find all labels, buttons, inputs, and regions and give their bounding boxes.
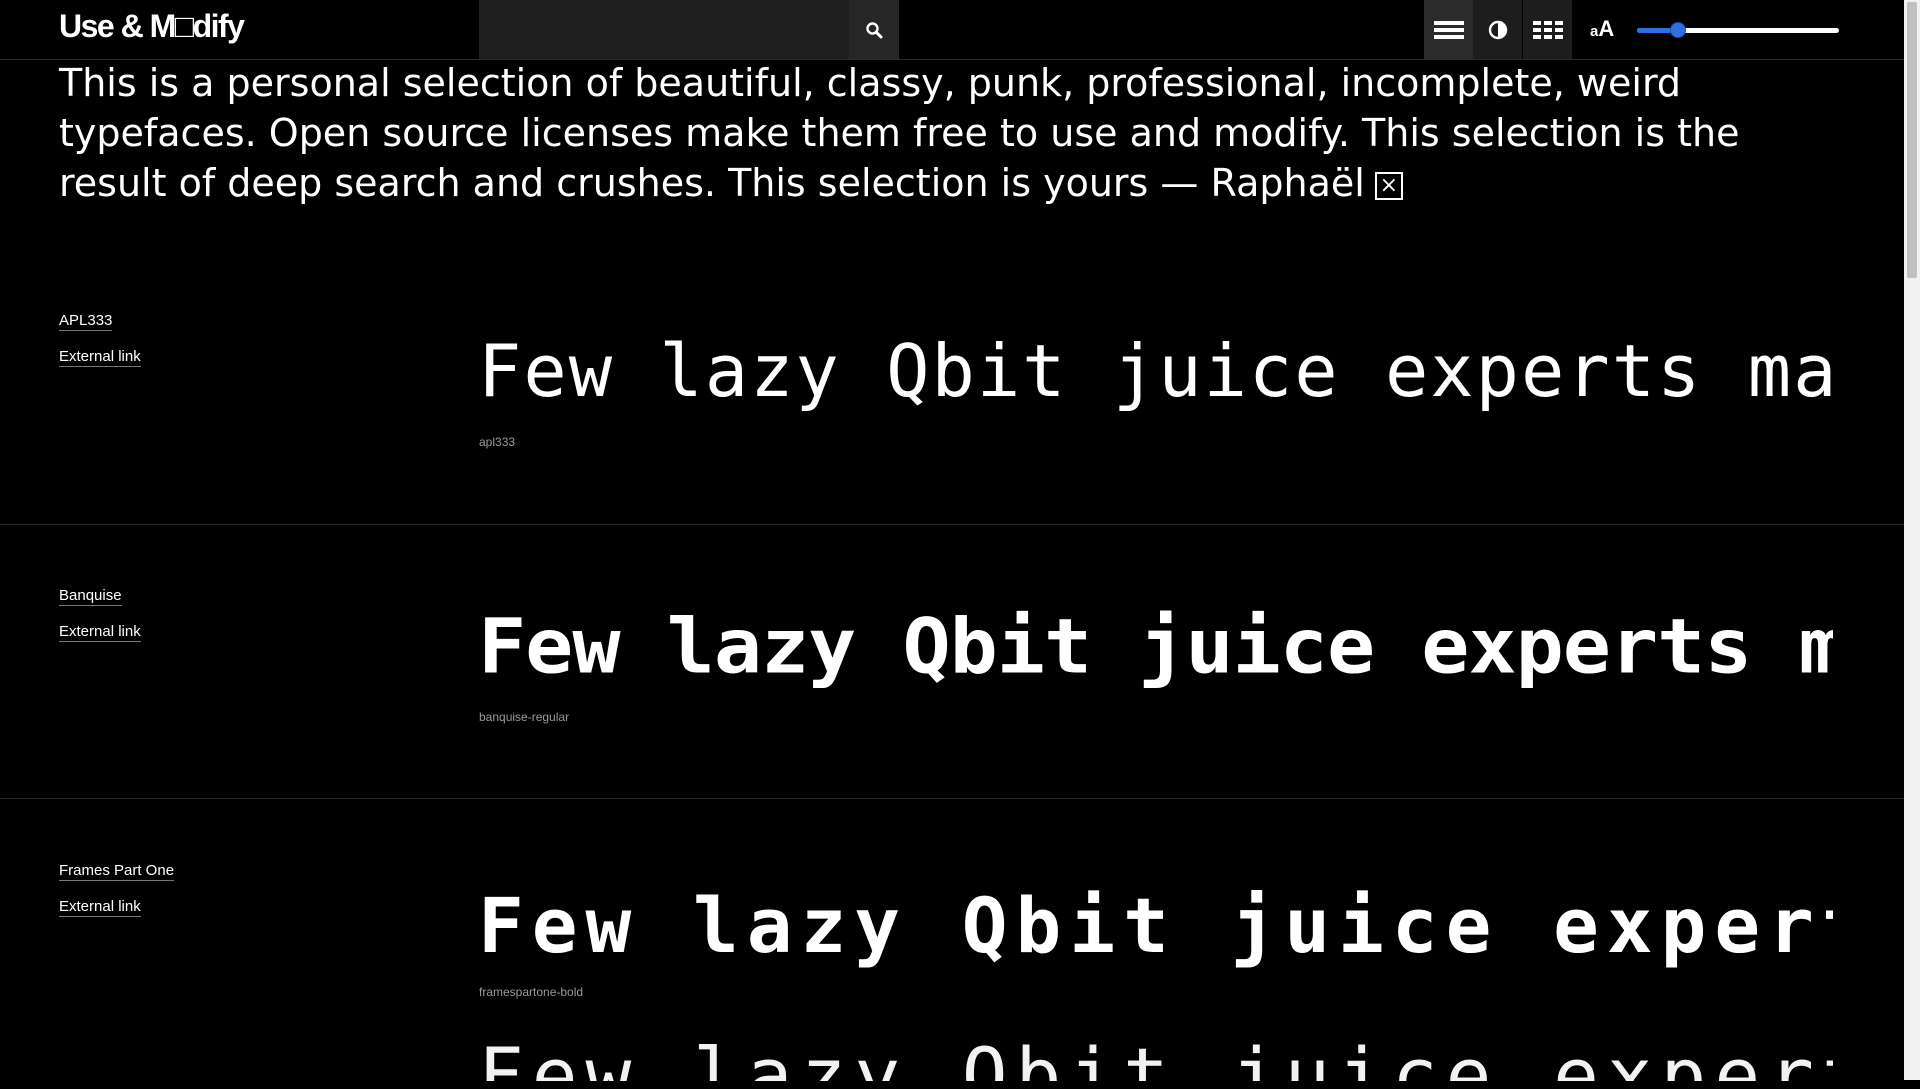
font-meta: Frames Part One External link (59, 862, 175, 934)
font-row: Banquise External link Few lazy Qbit jui… (0, 524, 1904, 799)
search-icon (866, 21, 883, 38)
contrast-toggle-button[interactable] (1473, 0, 1522, 59)
font-size-slider[interactable] (1637, 22, 1839, 38)
search-input[interactable] (479, 0, 849, 59)
grid-view-button[interactable] (1523, 0, 1572, 59)
font-file-caption: framespartone-bold (479, 985, 584, 999)
site-logo[interactable]: Use & M□dify (59, 8, 245, 45)
font-row: Frames Part One External link Few lazy Q… (0, 799, 1904, 1089)
external-link[interactable]: External link (59, 898, 141, 917)
font-name-link[interactable]: Banquise (59, 587, 122, 606)
slider-thumb[interactable] (1670, 22, 1687, 38)
close-intro-button[interactable]: × (1374, 171, 1403, 200)
contrast-icon (1488, 20, 1507, 39)
font-file-caption: banquise-regular (479, 710, 570, 724)
list-view-button[interactable] (1424, 0, 1473, 59)
font-row: APL333 External link Few lazy Qbit juice… (0, 249, 1904, 525)
close-icon: × (1379, 172, 1399, 198)
font-file-caption: apl333 (479, 435, 516, 449)
external-link[interactable]: External link (59, 623, 141, 642)
font-name-link[interactable]: Frames Part One (59, 862, 175, 881)
page-scrollbar[interactable] (1904, 0, 1920, 1080)
font-meta: Banquise External link (59, 587, 141, 659)
size-label-big: A (1598, 16, 1615, 41)
font-meta: APL333 External link (59, 312, 141, 384)
list-view-icon (1433, 20, 1464, 39)
font-specimen: Few lazy Qbit juice experts make dog hap… (478, 602, 1833, 691)
font-specimen: Few lazy Qbit juice experts make dog hap… (478, 881, 1833, 970)
font-name-link[interactable]: APL333 (59, 312, 113, 331)
font-specimen: Few lazy Qbit juice experts make dog hap… (478, 329, 1833, 413)
external-link[interactable]: External link (59, 348, 141, 367)
intro-text-block: This is a personal selection of beautifu… (59, 58, 1839, 208)
font-size-icon: aA (1590, 16, 1614, 42)
grid-view-icon (1532, 20, 1563, 39)
font-specimen-variant: Few lazy Qbit juice experts make dog hap… (478, 1031, 1833, 1081)
intro-text: This is a personal selection of beautifu… (59, 61, 1740, 205)
top-bar: Use & M□dify aA (0, 0, 1904, 60)
search-button[interactable] (849, 0, 899, 59)
scrollbar-thumb[interactable] (1907, 2, 1917, 278)
